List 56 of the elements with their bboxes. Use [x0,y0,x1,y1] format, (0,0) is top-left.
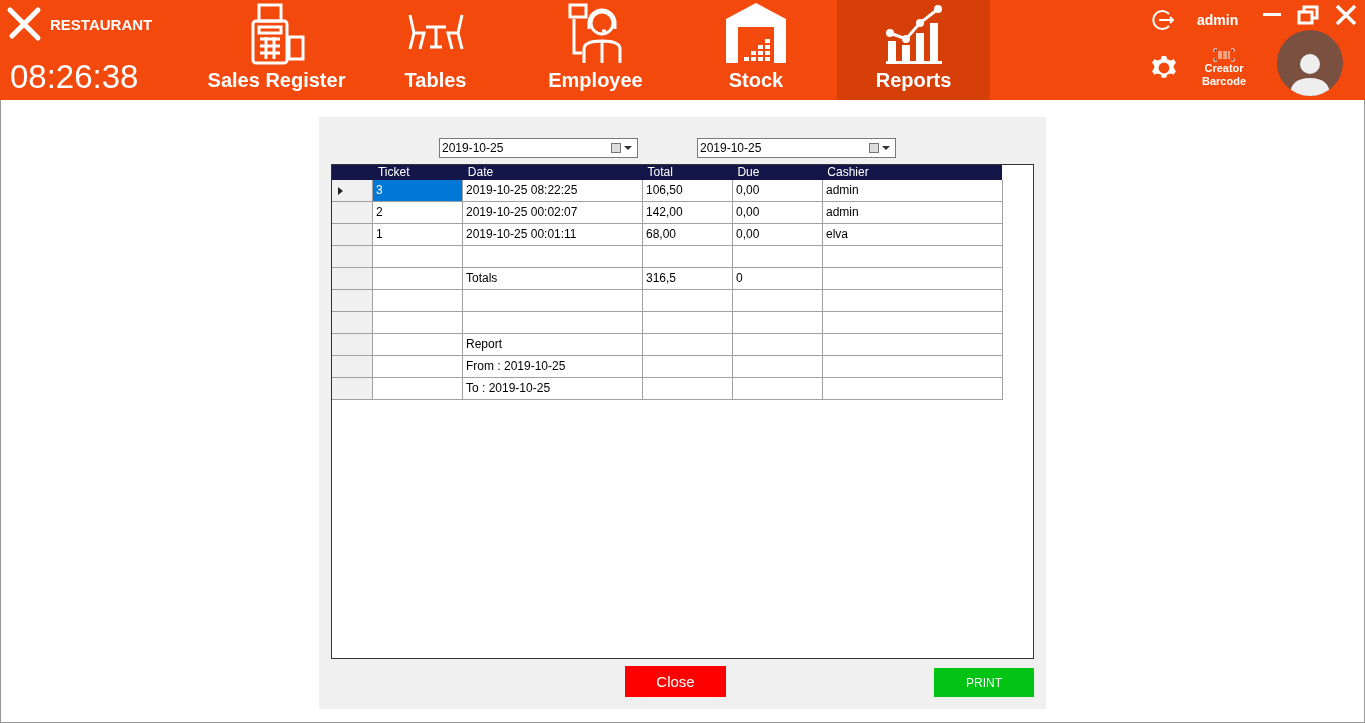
barcode-button[interactable]: Creator Barcode [1199,48,1249,88]
table-cell: admin [823,180,1003,202]
table-cell: 142,00 [643,202,733,224]
table-cell: Totals [463,268,643,290]
table-cell: 0 [733,268,823,290]
table-cell: admin [823,202,1003,224]
row-header[interactable] [332,246,373,268]
date-picker[interactable]: 2019-10-25 [439,138,638,158]
calendar-dropdown-icon [869,143,891,153]
app-name: RESTAURANT [50,15,153,33]
calendar-dropdown-icon [611,143,633,153]
grid-header: Ticket Date Total Due Cashier [332,165,1002,180]
row-pointer-icon [338,186,343,195]
table-cell: 2019-10-25 00:01:11 [463,224,643,246]
nav-tab[interactable]: Stock [675,0,837,100]
row-header[interactable] [332,312,373,334]
table-cell: 68,00 [643,224,733,246]
table-cell: 316,5 [643,268,733,290]
row-header[interactable] [332,356,373,378]
row-header[interactable] [332,268,373,290]
close-icon[interactable] [1335,4,1357,26]
fork-knife-icon [6,6,42,42]
row-header[interactable] [332,290,373,312]
user-name: admin [1197,12,1239,28]
row-header[interactable] [332,202,373,224]
nav-tab[interactable]: Employee [516,0,675,100]
close-button[interactable]: Close [625,666,726,697]
table-cell: To : 2019-10-25 [463,378,643,400]
row-header[interactable] [332,334,373,356]
row-header[interactable] [332,180,373,202]
table-cell: From : 2019-10-25 [463,356,643,378]
table-cell: elva [823,224,1003,246]
table-cell: 2019-10-25 08:22:25 [463,180,643,202]
table-cell: 0,00 [733,224,823,246]
barcode-icon [1213,48,1235,62]
table-cell: 2 [373,202,463,224]
table-cell: Report [463,334,643,356]
warehouse-icon [724,1,788,65]
table-cell: 106,50 [643,180,733,202]
row-header[interactable] [332,224,373,246]
table-cell: 2019-10-25 00:02:07 [463,202,643,224]
logout-icon[interactable] [1151,8,1175,32]
nav-tab[interactable]: Reports [837,0,990,100]
date-picker[interactable]: 2019-10-25 [697,138,896,158]
minimize-icon[interactable] [1263,13,1281,17]
nav-tab[interactable]: Tables [355,0,516,100]
nav-tab[interactable]: Sales Register [198,0,355,100]
restore-icon[interactable] [1297,5,1319,25]
row-header[interactable] [332,378,373,400]
settings-icon[interactable] [1151,55,1177,81]
clock: 08:26:38 [9,58,140,96]
print-button[interactable]: PRINT [934,668,1034,697]
table-cell: 1 [373,224,463,246]
table-cell: 0,00 [733,180,823,202]
table-cell: 3 [373,180,463,202]
table-cell: 0,00 [733,202,823,224]
